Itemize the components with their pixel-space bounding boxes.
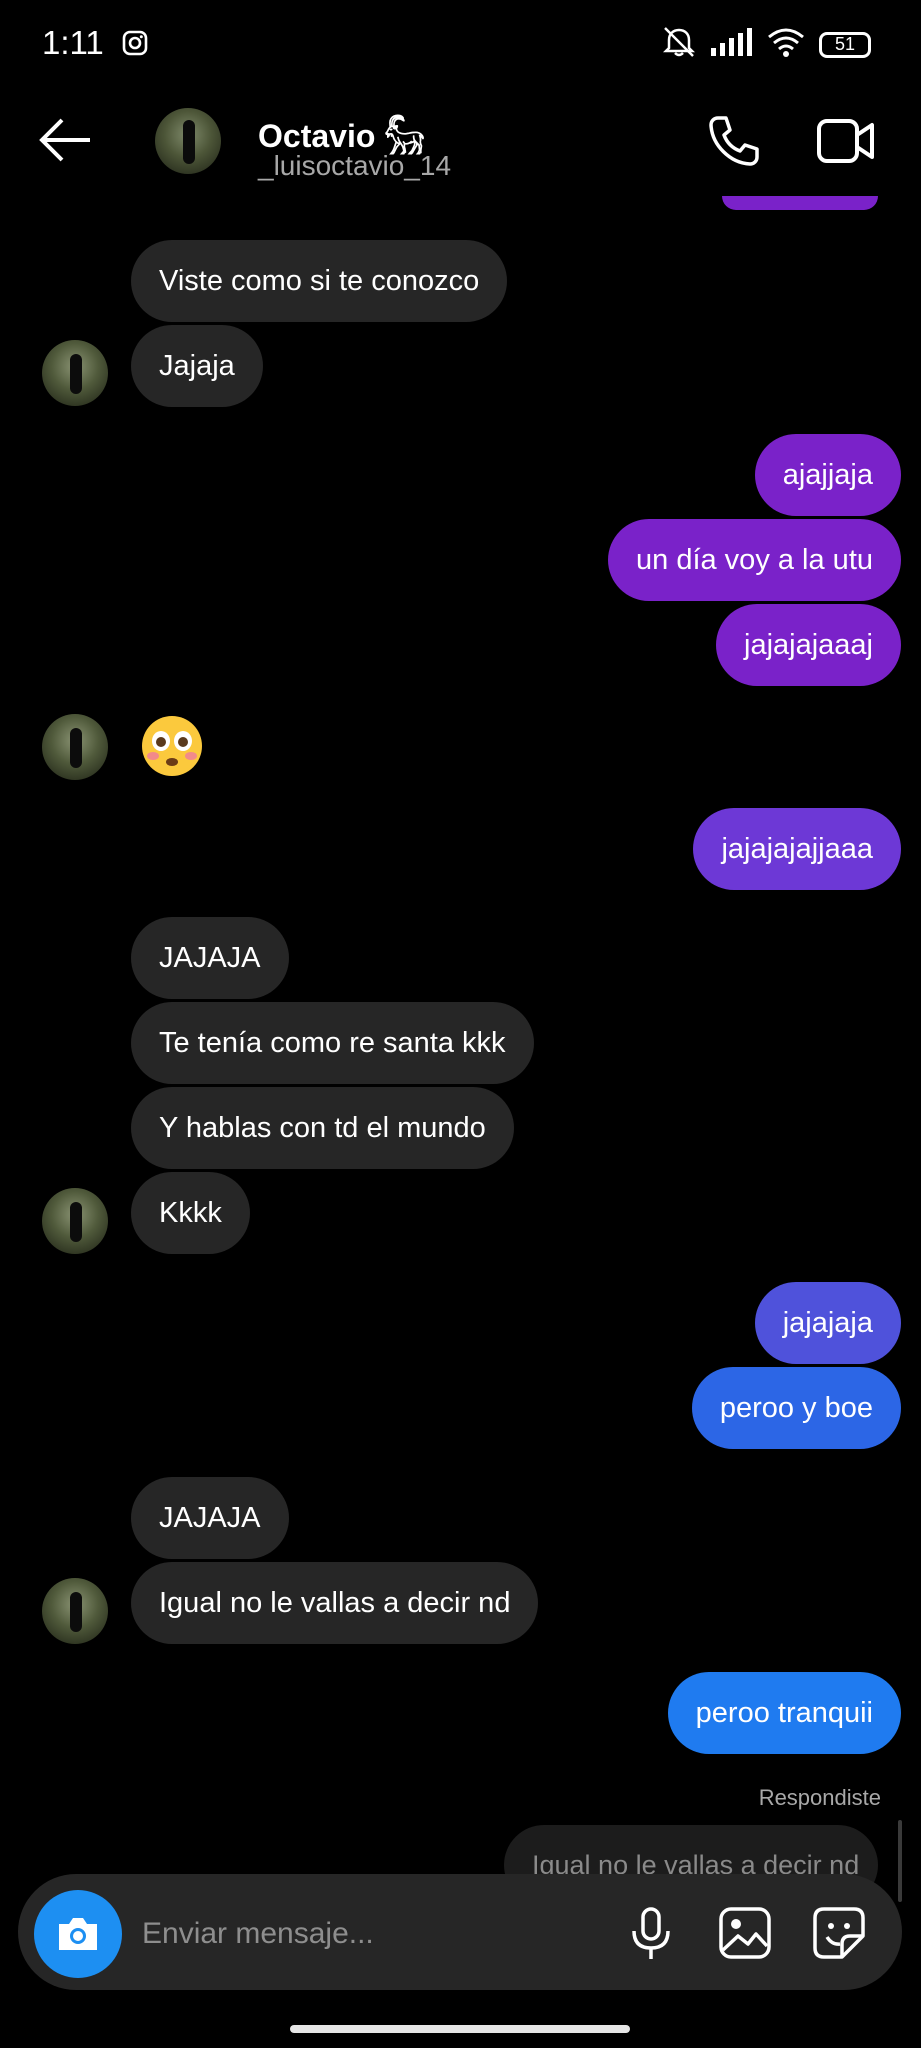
voice-call-button[interactable] [704, 112, 762, 170]
outgoing-message[interactable]: jajajajajjaaa [693, 808, 901, 890]
previous-message-tail [722, 196, 878, 210]
message-input[interactable] [140, 1908, 614, 1960]
incoming-message[interactable]: Viste como si te conozco [131, 240, 508, 322]
incoming-message[interactable]: Y hablas con td el mundo [131, 1087, 514, 1169]
instagram-icon [122, 30, 148, 56]
camera-button[interactable] [34, 1890, 122, 1978]
replied-label: Respondiste [758, 1785, 881, 1810]
back-button[interactable] [36, 115, 96, 165]
sticker-icon [813, 1907, 865, 1959]
phone-icon [709, 116, 759, 166]
outgoing-message[interactable]: peroo y boe [691, 1367, 901, 1449]
scrollbar[interactable] [898, 1820, 902, 1902]
incoming-message[interactable]: Kkkk [131, 1172, 250, 1254]
status-time: 1:11 [42, 24, 104, 61]
home-indicator[interactable] [290, 2025, 630, 2033]
back-arrow-icon [39, 118, 90, 162]
battery-level: 51 [834, 34, 856, 54]
sender-avatar[interactable] [42, 1188, 108, 1254]
outgoing-message[interactable]: ajajjaja [754, 434, 901, 516]
video-call-button[interactable] [816, 114, 876, 168]
camera-icon [59, 1918, 97, 1950]
sender-avatar[interactable] [42, 714, 108, 780]
gallery-icon [719, 1907, 771, 1959]
gallery-button[interactable] [718, 1906, 772, 1960]
incoming-message[interactable]: JAJAJA [131, 917, 289, 999]
incoming-message[interactable]: JAJAJA [131, 1477, 289, 1559]
signal-icon [711, 28, 753, 61]
outgoing-message[interactable]: un día voy a la utu [608, 519, 901, 601]
flushed-emoji-message[interactable] [140, 714, 204, 778]
sender-avatar[interactable] [42, 1578, 108, 1644]
outgoing-message[interactable]: jajajaja [754, 1282, 901, 1364]
contact-username[interactable]: _luisoctavio_14 [258, 150, 451, 182]
status-icons: 51 [661, 26, 871, 63]
battery-icon: 51 [819, 31, 871, 58]
outgoing-message[interactable]: peroo tranquii [667, 1672, 901, 1754]
outgoing-message[interactable]: jajajajaaaj [716, 604, 901, 686]
wifi-icon [767, 27, 805, 62]
incoming-message[interactable]: Te tenía como re santa kkk [131, 1002, 534, 1084]
voice-message-button[interactable] [628, 1906, 674, 1962]
mic-icon [632, 1907, 670, 1959]
sender-avatar[interactable] [42, 340, 108, 406]
mute-icon [661, 26, 697, 63]
incoming-message[interactable]: Igual no le vallas a decir nd [131, 1562, 539, 1644]
sticker-button[interactable] [812, 1906, 866, 1960]
video-icon [817, 119, 874, 163]
incoming-message[interactable]: Jajaja [131, 325, 263, 407]
header-avatar[interactable] [155, 108, 221, 174]
